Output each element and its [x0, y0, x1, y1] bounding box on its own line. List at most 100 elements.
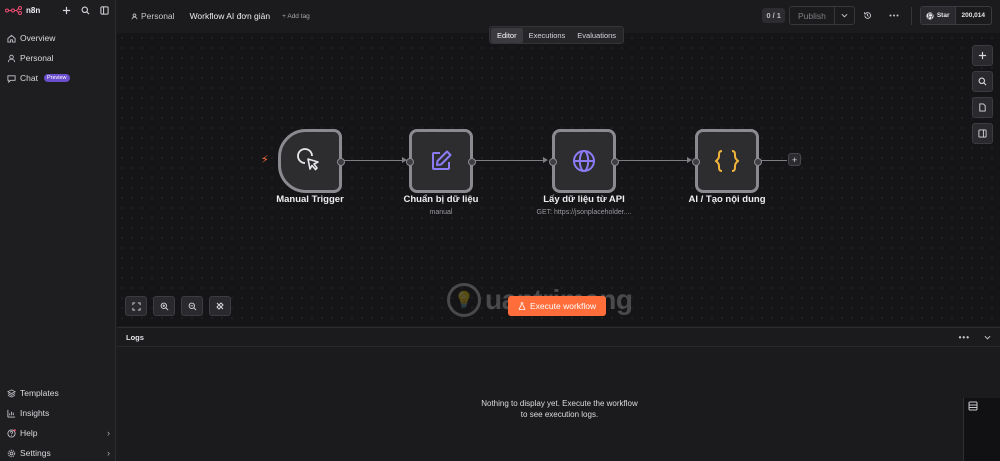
node-title: Chuẩn bị dữ liệu [403, 194, 479, 205]
tab-evaluations[interactable]: Evaluations [571, 28, 622, 43]
panel-toggle-icon[interactable] [98, 4, 110, 16]
node-subtitle: manual [429, 209, 453, 216]
breadcrumb[interactable]: Personal [131, 11, 175, 21]
sidebar-item-templates[interactable]: Templates [0, 383, 116, 403]
history-icon[interactable] [855, 11, 881, 20]
sidebar-item-label: Chat [20, 73, 38, 83]
sidebar-item-label: Insights [20, 408, 50, 418]
header-actions: 0 / 1 Publish Star 200,014 [762, 6, 1000, 25]
sidebar-item-personal[interactable]: Personal [0, 48, 115, 68]
sidebar-item-chat[interactable]: Chat Preview [0, 68, 115, 88]
sidebar: n8n Overview Personal Chat Preview Templ… [0, 0, 116, 461]
add-node-plus-icon[interactable] [972, 45, 993, 66]
github-star-count: 200,014 [954, 7, 992, 24]
sidebar-item-label: Overview [20, 33, 56, 43]
globe-icon [573, 150, 595, 172]
brand-name: n8n [26, 5, 41, 15]
execute-workflow-label: Execute workflow [530, 301, 597, 311]
minimap-toggle-icon[interactable] [968, 401, 978, 414]
search-icon[interactable] [79, 4, 91, 16]
n8n-app: n8n Overview Personal Chat Preview Templ… [0, 0, 1000, 461]
add-node-button[interactable]: + [788, 153, 801, 166]
add-tag-button[interactable]: + Add tag [282, 13, 310, 20]
node-ai-content[interactable] [692, 129, 762, 193]
execute-workflow-button[interactable]: Execute workflow [508, 296, 607, 316]
version-count-badge: 0 / 1 [762, 8, 785, 23]
home-icon [6, 33, 16, 43]
sidebar-item-label: Templates [20, 388, 59, 398]
node-input-port[interactable] [692, 158, 700, 166]
logs-title: Logs [126, 332, 144, 342]
tab-executions[interactable]: Executions [523, 28, 572, 43]
node-input-port[interactable] [549, 158, 557, 166]
help-icon [6, 428, 16, 438]
sidebar-item-insights[interactable]: Insights [0, 403, 116, 423]
zoom-out-icon[interactable] [181, 296, 203, 316]
publish-button-group: Publish [788, 6, 855, 25]
more-options-icon[interactable] [881, 14, 907, 17]
insights-icon [6, 408, 16, 418]
logs-empty-message: Nothing to display yet. Execute the work… [481, 399, 638, 419]
sidebar-item-label: Settings [20, 448, 51, 458]
settings-icon [6, 448, 16, 458]
trigger-bolt-icon: ⚡ [261, 154, 269, 166]
zoom-in-icon[interactable] [153, 296, 175, 316]
node-manual-trigger[interactable] [278, 129, 345, 193]
header-divider [910, 6, 912, 25]
templates-icon [6, 388, 16, 398]
n8n-logo[interactable]: n8n [5, 0, 40, 20]
search-icon[interactable] [972, 71, 993, 92]
connection-line[interactable] [342, 160, 404, 161]
sidebar-item-help[interactable]: Help › [0, 423, 116, 443]
tidy-up-icon[interactable] [209, 296, 231, 316]
edit-pencil-icon [432, 150, 452, 170]
github-star: Star [920, 7, 955, 24]
node-output-port[interactable] [611, 158, 619, 166]
sidebar-item-label: Help [20, 428, 38, 438]
node-fetch-api[interactable] [549, 129, 619, 193]
minimap[interactable] [963, 398, 1000, 461]
sidebar-bottom: Templates Insights Help › Settings › [0, 383, 116, 461]
canvas-side-tools [972, 45, 993, 144]
preview-badge: Preview [43, 74, 70, 82]
user-icon [131, 12, 138, 19]
node-prepare-data[interactable] [406, 129, 476, 193]
fit-view-icon[interactable] [125, 296, 147, 316]
sidebar-header: n8n [0, 0, 115, 20]
chevron-down-icon[interactable] [833, 7, 854, 24]
github-star-label: Star [936, 12, 950, 19]
publish-button[interactable]: Publish [790, 11, 834, 21]
chevron-down-icon[interactable] [984, 333, 991, 342]
chevron-right-icon: › [107, 448, 110, 458]
sidebar-item-settings[interactable]: Settings › [0, 443, 116, 461]
code-braces-icon [714, 150, 740, 172]
chat-icon [6, 73, 16, 83]
panel-right-icon[interactable] [972, 123, 993, 144]
node-subtitle: GET: https://jsonplaceholder.... [536, 209, 632, 216]
chevron-right-icon: › [107, 428, 110, 438]
connection-line [761, 160, 787, 161]
breadcrumb-label: Personal [141, 11, 175, 21]
workflow-canvas[interactable]: Editor Executions Evaluations + ⚡ Manual… [117, 26, 1000, 326]
sidebar-item-overview[interactable]: Overview [0, 28, 115, 48]
node-output-port[interactable] [337, 158, 345, 166]
more-options-icon[interactable]: ••• [959, 333, 970, 342]
node-input-port[interactable] [406, 158, 414, 166]
flask-icon [518, 302, 526, 310]
node-output-port[interactable] [754, 158, 762, 166]
node-title: Lấy dữ liệu từ API [543, 194, 625, 205]
node-output-port[interactable] [468, 158, 476, 166]
sticky-note-icon[interactable] [972, 97, 993, 118]
sidebar-item-label: Personal [20, 53, 54, 63]
connection-line[interactable] [617, 160, 689, 161]
github-star-button[interactable]: Star 200,014 [919, 6, 992, 25]
node-title: Manual Trigger [276, 194, 344, 205]
lightbulb-icon: 💡 [447, 283, 481, 317]
plus-icon[interactable] [60, 4, 72, 16]
logs-header[interactable]: Logs ••• [117, 328, 1000, 347]
logs-panel: Logs ••• Nothing to display yet. Execute… [117, 327, 1000, 461]
sidebar-actions [60, 4, 110, 16]
connection-line[interactable] [474, 160, 545, 161]
tab-editor[interactable]: Editor [491, 27, 523, 43]
workflow-name[interactable]: Workflow AI đơn giản [190, 11, 271, 21]
